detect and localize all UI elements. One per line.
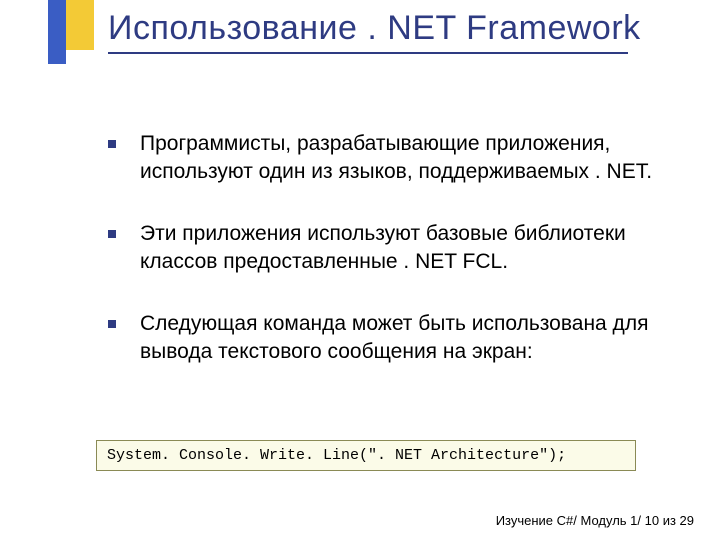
accent-blue xyxy=(48,0,66,64)
accent-block xyxy=(48,0,94,64)
footer-text: Изучение C#/ Модуль 1/ 10 из 29 xyxy=(496,513,694,528)
slide-title: Использование . NET Framework xyxy=(108,8,688,48)
title-text: Использование . NET Framework xyxy=(108,9,641,47)
bullet-list: Программисты, разрабатывающие приложения… xyxy=(108,130,668,400)
list-item: Эти приложения используют базовые библио… xyxy=(108,220,668,276)
title-underline xyxy=(108,52,628,54)
code-box: System. Console. Write. Line(". NET Arch… xyxy=(96,440,636,471)
slide-footer: Изучение C#/ Модуль 1/ 10 из 29 xyxy=(496,513,694,528)
bullet-icon xyxy=(108,230,116,238)
bullet-icon xyxy=(108,320,116,328)
bullet-text: Следующая команда может быть использован… xyxy=(140,310,668,366)
list-item: Программисты, разрабатывающие приложения… xyxy=(108,130,668,186)
bullet-icon xyxy=(108,140,116,148)
bullet-text: Эти приложения используют базовые библио… xyxy=(140,220,668,276)
code-text: System. Console. Write. Line(". NET Arch… xyxy=(107,447,566,464)
bullet-text: Программисты, разрабатывающие приложения… xyxy=(140,130,668,186)
list-item: Следующая команда может быть использован… xyxy=(108,310,668,366)
